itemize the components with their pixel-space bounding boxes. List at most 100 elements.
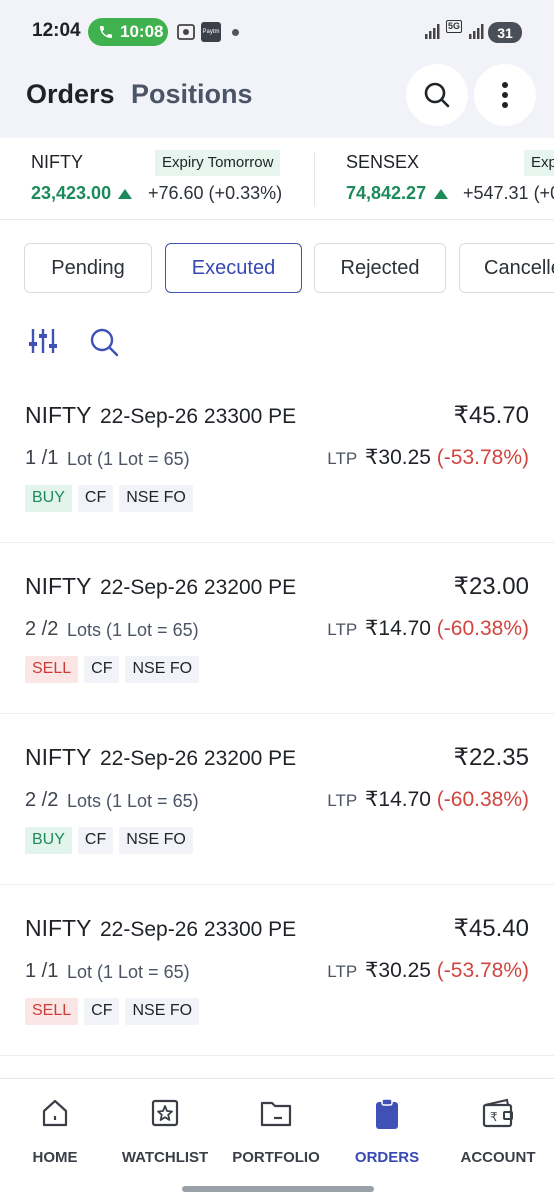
nav-orders[interactable]: ORDERS <box>332 1079 442 1179</box>
order-symbol: NIFTY <box>25 915 92 941</box>
index-value: 74,842.27 <box>346 183 427 203</box>
expiry-badge: Expiry Tomorrow <box>524 150 554 176</box>
ltp-value: ₹14.70 <box>365 617 431 640</box>
exchange-badge: NSE FO <box>125 656 200 683</box>
order-ltp: LTP ₹14.70 (-60.38%) <box>327 616 529 641</box>
nav-account[interactable]: ₹ ACCOUNT <box>443 1079 553 1179</box>
product-badge: CF <box>84 656 120 683</box>
order-tags: SELL CF NSE FO <box>25 656 200 683</box>
ltp-change: (-53.78%) <box>436 446 529 469</box>
side-badge: BUY <box>25 485 72 512</box>
more-vertical-icon <box>502 82 508 108</box>
index-card-sensex[interactable]: SENSEX Expiry Tomorrow 74,842.27 +547.31… <box>315 138 554 219</box>
filter-pending[interactable]: Pending <box>24 243 152 293</box>
ltp-label: LTP <box>327 962 358 981</box>
signal-icon-2 <box>469 24 484 39</box>
signal-icon <box>425 24 440 39</box>
filter-rejected[interactable]: Rejected <box>314 243 446 293</box>
more-button[interactable] <box>474 64 536 126</box>
paytm-icon: Paytm <box>201 22 221 42</box>
product-badge: CF <box>77 827 114 854</box>
battery-icon: 31 <box>488 22 522 43</box>
order-quantity: 2 /2 <box>25 618 59 640</box>
status-bar: 12:04 10:08 Paytm 5G 31 <box>0 0 554 64</box>
nav-watchlist[interactable]: WATCHLIST <box>110 1079 220 1179</box>
order-price: ₹23.00 <box>453 573 529 600</box>
up-arrow-icon <box>118 189 132 199</box>
nav-label: ORDERS <box>354 1149 420 1166</box>
status-time: 12:04 <box>32 20 81 41</box>
order-contract: 22-Sep-26 23200 PE <box>100 747 297 770</box>
index-card-nifty[interactable]: NIFTY Expiry Tomorrow 23,423.00 +76.60 (… <box>0 138 314 219</box>
ltp-change: (-60.38%) <box>436 788 529 811</box>
order-ltp: LTP ₹30.25 (-53.78%) <box>327 445 529 470</box>
side-badge: BUY <box>25 827 72 854</box>
up-arrow-icon <box>434 189 448 199</box>
call-pill[interactable]: 10:08 <box>88 18 168 46</box>
index-name: NIFTY <box>31 152 83 172</box>
bottom-navigation: HOME WATCHLIST PORTFOLIO ORDERS ₹ ACCOUN… <box>0 1078 554 1200</box>
expiry-badge: Expiry Tomorrow <box>155 150 281 176</box>
orders-list: NIFTY 22-Sep-26 23300 PE ₹45.70 1 /1 Lot… <box>0 372 554 1056</box>
filter-executed[interactable]: Executed <box>165 243 302 293</box>
exchange-badge: NSE FO <box>125 998 200 1025</box>
nav-portfolio[interactable]: PORTFOLIO <box>221 1079 331 1179</box>
nav-label: ACCOUNT <box>460 1149 536 1166</box>
ltp-value: ₹30.25 <box>365 959 431 982</box>
order-row[interactable]: NIFTY 22-Sep-26 23200 PE ₹23.00 2 /2 Lot… <box>0 543 554 714</box>
order-row[interactable]: NIFTY 22-Sep-26 23200 PE ₹22.35 2 /2 Lot… <box>0 714 554 885</box>
order-quantity: 2 /2 <box>25 789 59 811</box>
order-lots: Lot (1 Lot = 65) <box>67 962 190 982</box>
index-ticker: NIFTY Expiry Tomorrow 23,423.00 +76.60 (… <box>0 138 554 220</box>
order-symbol: NIFTY <box>25 744 92 770</box>
home-icon <box>42 1099 68 1127</box>
order-contract: 22-Sep-26 23200 PE <box>100 576 297 599</box>
ltp-value: ₹30.25 <box>365 446 431 469</box>
order-tags: BUY CF NSE FO <box>25 485 193 512</box>
order-price: ₹22.35 <box>453 744 529 771</box>
watchlist-icon <box>151 1099 179 1127</box>
nav-label: PORTFOLIO <box>232 1149 320 1166</box>
notification-dot-icon <box>232 29 239 36</box>
portfolio-icon <box>260 1101 292 1127</box>
order-quantity: 1 /1 <box>25 960 59 982</box>
order-row[interactable]: NIFTY 22-Sep-26 23300 PE ₹45.70 1 /1 Lot… <box>0 372 554 543</box>
order-quantity: 1 /1 <box>25 447 59 469</box>
order-price: ₹45.70 <box>453 402 529 429</box>
order-contract: 22-Sep-26 23300 PE <box>100 918 297 941</box>
order-price: ₹45.40 <box>453 915 529 942</box>
network-type-label: 5G <box>446 20 463 33</box>
order-symbol: NIFTY <box>25 402 92 428</box>
filter-sliders-icon[interactable] <box>28 326 58 356</box>
index-name: SENSEX <box>346 152 420 172</box>
ltp-change: (-53.78%) <box>436 959 529 982</box>
search-button[interactable] <box>406 64 468 126</box>
index-change: +76.60 (+0.33%) <box>148 183 283 203</box>
order-ltp: LTP ₹14.70 (-60.38%) <box>327 787 529 812</box>
home-indicator[interactable] <box>182 1186 374 1192</box>
app-header: Orders Positions <box>0 64 554 138</box>
tab-positions[interactable]: Positions <box>131 79 253 110</box>
filter-cancelled[interactable]: Cancelled <box>459 243 554 293</box>
order-row[interactable]: NIFTY 22-Sep-26 23300 PE ₹45.40 1 /1 Lot… <box>0 885 554 1056</box>
ltp-change: (-60.38%) <box>436 617 529 640</box>
screen-record-icon <box>177 24 195 40</box>
product-badge: CF <box>84 998 120 1025</box>
search-orders-icon[interactable] <box>88 326 120 358</box>
search-icon <box>424 82 450 108</box>
tab-orders[interactable]: Orders <box>26 79 115 110</box>
ltp-label: LTP <box>327 449 358 468</box>
order-ltp: LTP ₹30.25 (-53.78%) <box>327 958 529 983</box>
nav-label: WATCHLIST <box>121 1149 209 1166</box>
order-tags: BUY CF NSE FO <box>25 827 193 854</box>
ltp-label: LTP <box>327 620 358 639</box>
index-value: 23,423.00 <box>31 183 112 203</box>
order-lots: Lots (1 Lot = 65) <box>67 620 199 640</box>
order-lots: Lots (1 Lot = 65) <box>67 791 199 811</box>
exchange-badge: NSE FO <box>119 485 193 512</box>
nav-home[interactable]: HOME <box>0 1079 110 1179</box>
order-symbol: NIFTY <box>25 573 92 599</box>
ltp-label: LTP <box>327 791 358 810</box>
product-badge: CF <box>77 485 114 512</box>
side-badge: SELL <box>25 656 79 683</box>
